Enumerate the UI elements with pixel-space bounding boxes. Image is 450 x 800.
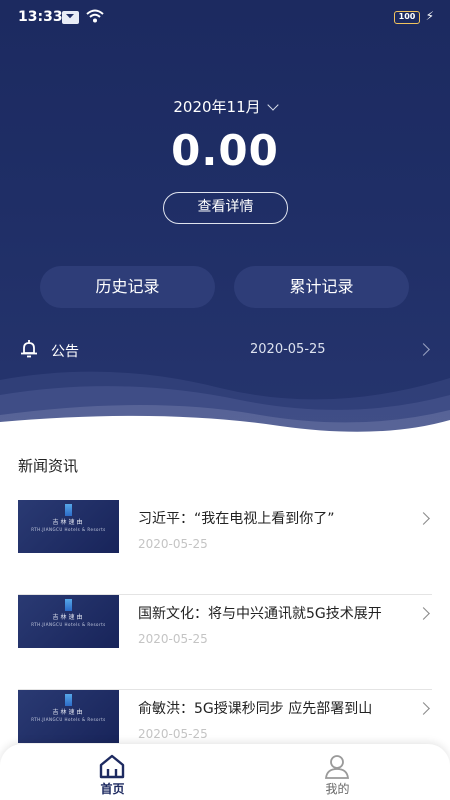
news-thumbnail: 吉林速由 RTH.JIANGCU Hotels & Resorts: [18, 500, 119, 553]
thumbnail-logo-subtext: RTH.JIANGCU Hotels & Resorts: [31, 527, 106, 532]
bell-icon: [21, 340, 37, 358]
tab-mine-label: 我的: [325, 782, 350, 796]
news-headline: 国新文化：将与中兴通讯就5G技术展开: [138, 606, 382, 622]
news-section-title: 新闻资讯: [18, 457, 79, 475]
wave-decoration: [0, 371, 450, 440]
hotel-logo-icon: [65, 599, 72, 611]
thumbnail-logo-text: 吉林速由: [52, 614, 85, 621]
chevron-down-icon: [266, 99, 279, 111]
tab-home-label: 首页: [100, 782, 125, 796]
thumbnail-logo-text: 吉林速由: [52, 709, 85, 716]
status-bar: 13:33 100 ⚡: [0, 0, 450, 36]
cumulative-records-button[interactable]: 累计记录: [234, 266, 409, 308]
news-headline: 俞敏洪：5G授课秒同步 应先部署到山: [138, 701, 373, 717]
thumbnail-logo-text: 吉林速由: [52, 519, 85, 526]
news-headline: 习近平：“我在电视上看到你了”: [138, 511, 335, 527]
news-date: 2020-05-25: [138, 632, 208, 646]
thumbnail-logo-subtext: RTH.JIANGCU Hotels & Resorts: [31, 622, 106, 627]
notification-icon: [62, 11, 79, 24]
month-selector[interactable]: 2020年11月: [0, 96, 450, 117]
news-thumbnail: 吉林速由 RTH.JIANGCU Hotels & Resorts: [18, 690, 119, 743]
news-date: 2020-05-25: [138, 727, 208, 741]
announcement-label: 公告: [51, 344, 79, 360]
wifi-icon: [86, 9, 104, 23]
hotel-logo-icon: [65, 694, 72, 706]
tab-mine[interactable]: 我的: [225, 744, 450, 800]
amount-value: 0.00: [171, 126, 279, 175]
status-time: 13:33: [18, 9, 63, 25]
bottom-tab-bar: 首页 我的: [0, 744, 450, 800]
history-records-button[interactable]: 历史记录: [40, 266, 215, 308]
news-item[interactable]: 吉林速由 RTH.JIANGCU Hotels & Resorts 习近平：“我…: [18, 500, 432, 595]
charging-icon: ⚡: [425, 9, 434, 23]
news-date: 2020-05-25: [138, 537, 208, 551]
announcement-date: 2020-05-25: [250, 342, 326, 357]
thumbnail-logo-subtext: RTH.JIANGCU Hotels & Resorts: [31, 717, 106, 722]
view-details-button[interactable]: 查看详情: [163, 192, 288, 224]
tab-home[interactable]: 首页: [0, 744, 225, 800]
news-thumbnail: 吉林速由 RTH.JIANGCU Hotels & Resorts: [18, 595, 119, 648]
chevron-right-icon: [417, 343, 430, 356]
hotel-logo-icon: [65, 504, 72, 516]
user-icon: [324, 755, 350, 779]
news-item[interactable]: 吉林速由 RTH.JIANGCU Hotels & Resorts 国新文化：将…: [18, 595, 432, 690]
month-label: 2020年11月: [173, 98, 261, 116]
summary-header: 13:33 100 ⚡ 2020年11月 0.00 查看详情 历史记录 累计记录…: [0, 0, 450, 440]
battery-icon: 100: [394, 11, 420, 24]
home-icon: [99, 754, 125, 779]
